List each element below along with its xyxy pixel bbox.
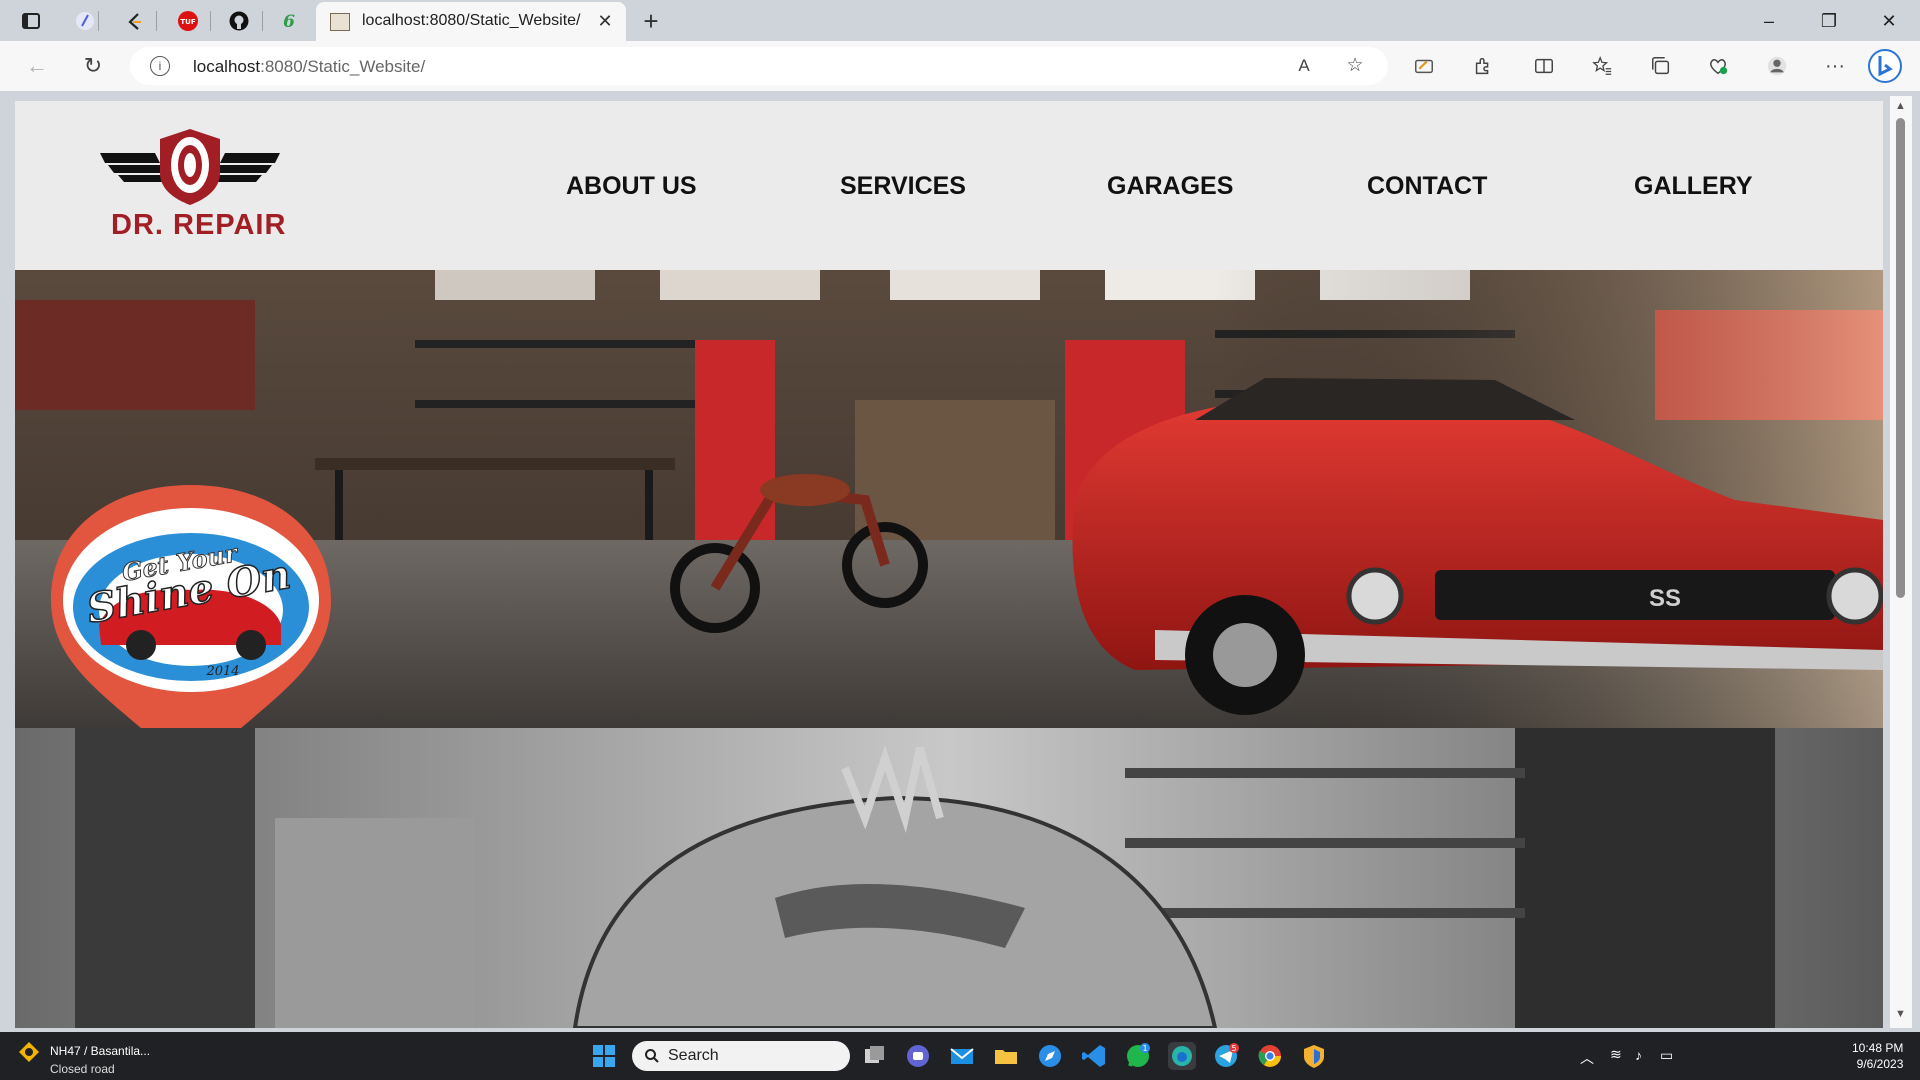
site-header: DR. REPAIR ABOUT US SERVICES GARAGES CON…: [15, 101, 1883, 270]
scrollbar-thumb[interactable]: [1896, 118, 1905, 598]
svg-text:TUF: TUF: [180, 18, 195, 26]
road-warning-icon: [19, 1042, 39, 1062]
restore-button[interactable]: ❐: [1806, 6, 1852, 36]
windows-start-icon[interactable]: [590, 1042, 618, 1070]
task-view-icon[interactable]: [860, 1042, 888, 1070]
minimize-button[interactable]: –: [1746, 6, 1792, 36]
vw-beetle-grayscale-illustration: [15, 728, 1883, 1028]
browser-tab-bar: TUF 6 localhost:8080/Static_Website/ ✕ +…: [0, 0, 1920, 41]
favorite-star-icon[interactable]: ☆: [1342, 53, 1368, 79]
weather-title: NH47 / Basantila...: [50, 1044, 151, 1058]
clock-time: 10:48 PM: [1852, 1041, 1904, 1055]
pinned-tab-tuf-icon[interactable]: TUF: [171, 5, 205, 36]
active-tab[interactable]: localhost:8080/Static_Website/ ✕: [316, 2, 626, 41]
edit-pen-icon[interactable]: [1407, 49, 1441, 83]
read-aloud-icon[interactable]: A: [1291, 53, 1317, 79]
page-favicon-icon: [330, 13, 350, 31]
hero-garage-image: SS Get Your Shine On 2014: [15, 270, 1883, 728]
safari-compass-icon[interactable]: [1036, 1042, 1064, 1070]
nav-services[interactable]: SERVICES: [840, 172, 966, 201]
car-badge-text: SS: [1649, 585, 1681, 612]
profile-avatar-icon[interactable]: [1760, 49, 1794, 83]
taskbar-clock[interactable]: 10:48 PM 9/6/2023: [1852, 1040, 1903, 1072]
mail-icon[interactable]: [948, 1042, 976, 1070]
pinned-tab-github-icon[interactable]: [222, 5, 256, 36]
nav-gallery[interactable]: GALLERY: [1634, 172, 1753, 201]
volume-icon[interactable]: ♪: [1635, 1047, 1642, 1063]
logo-text: DR. REPAIR: [111, 209, 287, 241]
bing-chat-icon[interactable]: [1868, 49, 1902, 83]
settings-more-button[interactable]: ···: [1818, 49, 1852, 83]
brave-shield-icon[interactable]: [1300, 1042, 1328, 1070]
search-icon: [645, 1049, 659, 1063]
weather-subtitle: Closed road: [50, 1062, 115, 1076]
edge-browser-icon[interactable]: [1168, 1042, 1196, 1070]
tab-actions-icon[interactable]: [14, 5, 48, 36]
page-scrollbar[interactable]: ▲ ▼: [1890, 96, 1912, 1028]
telegram-icon[interactable]: 5: [1212, 1042, 1240, 1070]
scroll-up-arrow-icon[interactable]: ▲: [1895, 100, 1906, 112]
favorites-icon[interactable]: [1585, 49, 1619, 83]
taskbar-search[interactable]: Search: [632, 1041, 850, 1071]
extensions-icon[interactable]: [1466, 49, 1500, 83]
tab-close-icon[interactable]: ✕: [594, 10, 616, 32]
windows-taskbar: NH47 / Basantila... Closed road Search 1…: [0, 1032, 1920, 1080]
wifi-icon[interactable]: ≋: [1610, 1046, 1622, 1063]
pinned-tab-leetcode-icon[interactable]: [118, 5, 152, 36]
back-button[interactable]: ←: [20, 49, 54, 83]
scroll-down-arrow-icon[interactable]: ▼: [1895, 1008, 1906, 1020]
tray-chevron-icon[interactable]: ︿: [1580, 1048, 1594, 1068]
second-garage-image: [15, 728, 1883, 1028]
pinned-tab-6-icon[interactable]: 6: [272, 5, 306, 36]
whatsapp-badge: 1: [1142, 1044, 1147, 1053]
page-viewport: DR. REPAIR ABOUT US SERVICES GARAGES CON…: [15, 101, 1883, 1028]
file-explorer-icon[interactable]: [992, 1042, 1020, 1070]
telegram-badge: 5: [1231, 1044, 1236, 1053]
whatsapp-icon[interactable]: 1: [1124, 1042, 1152, 1070]
svg-text:6: 6: [283, 12, 295, 32]
clock-date: 9/6/2023: [1856, 1057, 1904, 1071]
split-screen-icon[interactable]: [1527, 49, 1561, 83]
url-text: localhost:8080/Static_Website/: [193, 57, 426, 76]
collections-icon[interactable]: [1644, 49, 1678, 83]
nav-garages[interactable]: GARAGES: [1107, 172, 1233, 201]
nav-about-us[interactable]: ABOUT US: [566, 172, 697, 201]
pinned-tab-feather-icon[interactable]: [68, 5, 102, 36]
badge-year: 2014: [205, 664, 239, 679]
window-close-button[interactable]: ✕: [1866, 6, 1912, 36]
browser-essentials-icon[interactable]: [1701, 49, 1735, 83]
new-tab-button[interactable]: +: [636, 6, 666, 36]
browser-toolbar: ← ↻ i localhost:8080/Static_Website/ A ☆…: [0, 41, 1920, 91]
refresh-button[interactable]: ↻: [76, 49, 110, 83]
tab-title: localhost:8080/Static_Website/: [362, 12, 581, 29]
chrome-icon[interactable]: [1256, 1042, 1284, 1070]
weather-widget[interactable]: NH47 / Basantila... Closed road: [18, 1041, 150, 1076]
nav-contact[interactable]: CONTACT: [1367, 172, 1487, 201]
site-info-icon[interactable]: i: [150, 56, 170, 76]
shine-on-badge: Get Your Shine On 2014: [51, 485, 331, 728]
vscode-icon[interactable]: [1080, 1042, 1108, 1070]
battery-icon[interactable]: ▭: [1660, 1047, 1673, 1064]
search-label: Search: [668, 1047, 719, 1064]
address-bar[interactable]: i localhost:8080/Static_Website/ A ☆: [130, 47, 1388, 85]
teams-chat-icon[interactable]: [904, 1042, 932, 1070]
